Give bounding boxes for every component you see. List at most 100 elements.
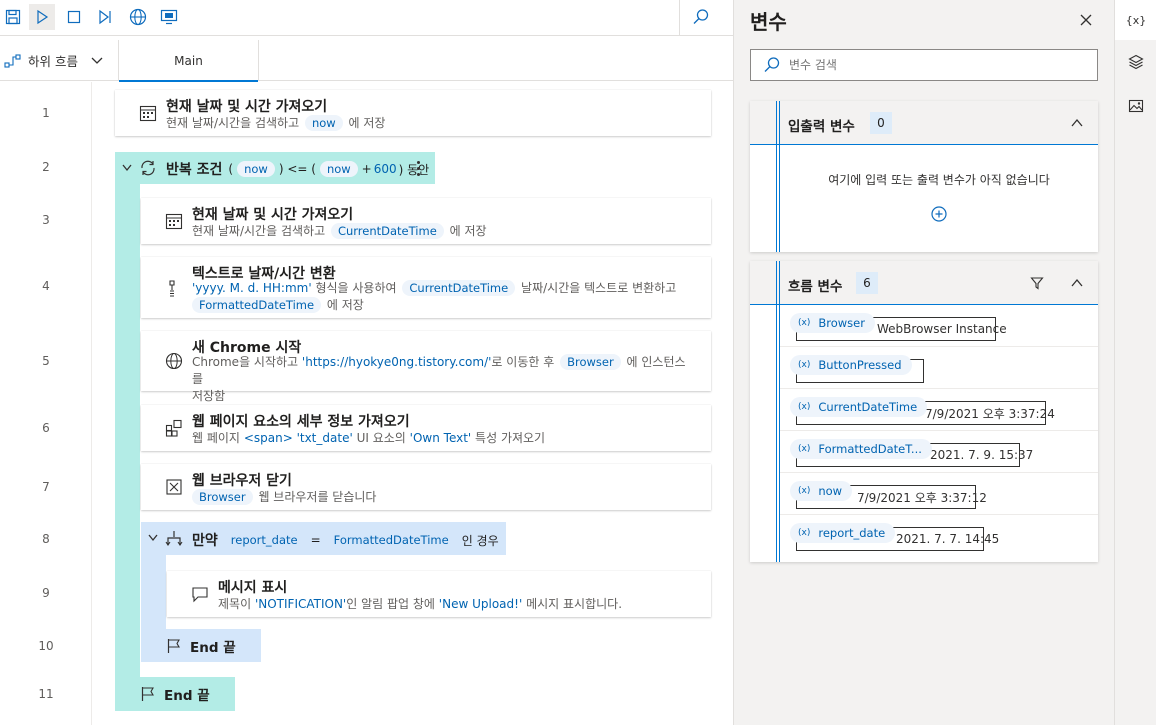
save-icon[interactable] bbox=[0, 4, 26, 30]
action-description: 제목이 'NOTIFICATION'인 알림 팝업 창에 'New Upload… bbox=[218, 597, 623, 611]
if-body-bar bbox=[141, 555, 166, 629]
toolbar-divider bbox=[679, 0, 680, 36]
loop-condition: 반복 조건 ( now ) <= ( now + 600 ) 동안 bbox=[166, 161, 430, 178]
action-title: 웹 브라우저 닫기 bbox=[192, 473, 292, 489]
globe-icon bbox=[165, 352, 183, 370]
variable-chip[interactable]: now bbox=[237, 161, 275, 177]
flow-variable-item[interactable]: (x) now 7/9/2021 오후 3:37:12 bbox=[780, 473, 1098, 515]
flag-icon bbox=[141, 687, 154, 701]
action-get-datetime[interactable]: 현재 날짜 및 시간 가져오기 현재 날짜/시간을 검색하고 now 에 저장 bbox=[115, 90, 711, 136]
convert-icon bbox=[169, 280, 175, 297]
variable-chip[interactable]: report_date bbox=[224, 532, 305, 548]
variable-name-chip: (x) Browser bbox=[790, 313, 875, 333]
play-icon[interactable] bbox=[29, 4, 55, 30]
action-title: 현재 날짜 및 시간 가져오기 bbox=[166, 99, 328, 115]
panel-title: 변수 bbox=[750, 10, 787, 34]
globe-icon[interactable] bbox=[125, 4, 151, 30]
layers-icon bbox=[1128, 54, 1144, 70]
subflow-label: 하위 흐름 bbox=[28, 54, 78, 69]
step-icon[interactable] bbox=[92, 4, 118, 30]
message-icon bbox=[192, 587, 208, 603]
variable-name-chip: (x) now bbox=[790, 481, 853, 501]
io-empty-message: 여기에 입력 또는 출력 변수가 아직 없습니다 bbox=[828, 173, 1050, 187]
line-number: 11 bbox=[38, 687, 54, 701]
chevron-up-icon[interactable] bbox=[1070, 116, 1084, 130]
chevron-down-icon bbox=[91, 57, 103, 64]
add-circle-icon[interactable] bbox=[931, 206, 947, 222]
action-description: Chrome을 시작하고 'https://hyokye0ng.tistory.… bbox=[192, 354, 686, 403]
flow-variables-count: 6 bbox=[856, 272, 878, 294]
variable-chip[interactable]: FormattedDateTime bbox=[192, 297, 322, 313]
action-title: 웹 페이지 요소의 세부 정보 가져오기 bbox=[192, 414, 410, 430]
action-title: 현재 날짜 및 시간 가져오기 bbox=[192, 207, 354, 223]
action-close-browser[interactable]: 웹 브라우저 닫기 Browser 웹 브라우저를 닫습니다 bbox=[141, 464, 711, 510]
more-options-icon[interactable] bbox=[413, 158, 423, 178]
chevron-down-icon[interactable] bbox=[147, 532, 159, 544]
flow-variables-header[interactable]: 흐름 변수 6 bbox=[750, 261, 1098, 305]
section-accent-line bbox=[776, 145, 777, 252]
flow-variables-label: 흐름 변수 bbox=[788, 279, 843, 295]
monitor-icon[interactable] bbox=[156, 4, 182, 30]
if-condition-header[interactable]: 만약 report_date = FormattedDateTime 인 경우 bbox=[141, 522, 506, 555]
end-if-block[interactable]: End 끝 bbox=[141, 629, 261, 662]
variable-name-chip: (x) ButtonPressed bbox=[790, 355, 912, 375]
action-convert-datetime-to-text[interactable]: 텍스트로 날짜/시간 변환 'yyyy. M. d. HH:mm' 형식을 사용… bbox=[141, 257, 711, 318]
section-accent-line bbox=[776, 305, 777, 562]
chevron-up-icon[interactable] bbox=[1070, 276, 1084, 290]
filter-icon[interactable] bbox=[1030, 276, 1044, 290]
io-variables-header[interactable]: 입출력 변수 0 bbox=[750, 101, 1098, 145]
flow-variable-item[interactable]: (x) ButtonPressed bbox=[780, 347, 1098, 389]
line-number: 9 bbox=[42, 586, 50, 600]
close-browser-icon bbox=[166, 479, 182, 495]
search-icon bbox=[764, 57, 780, 72]
close-icon[interactable] bbox=[1078, 12, 1094, 28]
variable-chip[interactable]: now bbox=[319, 161, 358, 177]
flow-variable-item[interactable]: (x) Browser WebBrowser Instance bbox=[780, 305, 1098, 347]
calendar-icon bbox=[139, 105, 157, 122]
section-accent-line bbox=[779, 145, 780, 252]
image-icon bbox=[1128, 99, 1144, 113]
variable-chip[interactable]: Browser bbox=[560, 354, 621, 370]
chevron-down-icon[interactable] bbox=[121, 162, 133, 174]
variable-chip[interactable]: FormattedDateTime bbox=[327, 532, 456, 548]
line-number: 4 bbox=[42, 279, 50, 293]
action-description: 'yyyy. M. d. HH:mm' 형식을 사용하여 CurrentDate… bbox=[192, 280, 677, 313]
action-get-element-details[interactable]: 웹 페이지 요소의 세부 정보 가져오기 웹 페이지 <span> 'txt_d… bbox=[141, 405, 711, 451]
variable-chip[interactable]: CurrentDateTime bbox=[330, 223, 444, 239]
action-get-datetime[interactable]: 현재 날짜 및 시간 가져오기 현재 날짜/시간을 검색하고 CurrentDa… bbox=[141, 198, 711, 244]
flow-variable-item[interactable]: (x) FormattedDateT... 2021. 7. 9. 15:37 bbox=[780, 431, 1098, 473]
io-variables-count: 0 bbox=[870, 112, 892, 134]
tab-main[interactable]: Main bbox=[118, 40, 259, 82]
end-loop-block[interactable]: End 끝 bbox=[115, 677, 235, 711]
action-description: Browser 웹 브라우저를 닫습니다 bbox=[192, 489, 376, 506]
branch-icon bbox=[165, 531, 183, 546]
images-pane-button[interactable] bbox=[1115, 86, 1156, 126]
flow-variable-item[interactable]: (x) CurrentDateTime 7/9/2021 오후 3:37:24 bbox=[780, 389, 1098, 431]
designer-toolbar bbox=[0, 0, 733, 36]
io-variables-label: 입출력 변수 bbox=[788, 119, 855, 135]
variable-chip[interactable]: Browser bbox=[192, 489, 253, 505]
variable-chip[interactable]: now bbox=[304, 115, 343, 131]
variable-search-input[interactable] bbox=[789, 58, 1089, 72]
variables-pane-button[interactable]: {x} bbox=[1115, 0, 1156, 40]
subflow-dropdown[interactable]: 하위 흐름 bbox=[4, 40, 104, 81]
action-description: 현재 날짜/시간을 검색하고 now 에 저장 bbox=[166, 115, 386, 131]
ui-elements-pane-button[interactable] bbox=[1115, 42, 1156, 82]
loop-icon bbox=[141, 160, 155, 176]
action-description: 현재 날짜/시간을 검색하고 CurrentDateTime 에 저장 bbox=[192, 223, 487, 239]
line-number: 6 bbox=[42, 421, 50, 435]
line-number: 3 bbox=[42, 213, 50, 227]
loop-condition-header[interactable]: 반복 조건 ( now ) <= ( now + 600 ) 동안 bbox=[115, 152, 435, 184]
action-description: 웹 페이지 <span> 'txt_date' UI 요소의 'Own Text… bbox=[192, 431, 546, 445]
variable-chip[interactable]: CurrentDateTime bbox=[402, 280, 516, 296]
action-display-message[interactable]: 메시지 표시 제목이 'NOTIFICATION'인 알림 팝업 창에 'New… bbox=[167, 571, 711, 617]
variables-icon: {x} bbox=[1125, 13, 1147, 27]
search-icon[interactable] bbox=[688, 4, 714, 30]
flag-icon bbox=[167, 638, 180, 653]
flow-variable-item[interactable]: (x) report_date 2021. 7. 7. 14:45 bbox=[780, 515, 1098, 557]
stop-icon[interactable] bbox=[61, 4, 87, 30]
right-sidebar: {x} bbox=[1114, 0, 1156, 725]
if-condition: 만약 report_date = FormattedDateTime 인 경우 bbox=[192, 532, 499, 549]
action-launch-chrome[interactable]: 새 Chrome 시작 Chrome을 시작하고 'https://hyokye… bbox=[141, 331, 711, 403]
flow-canvas: 1 2 3 4 5 6 7 8 9 10 11 현재 날짜 및 시간 가져오기 … bbox=[0, 82, 733, 725]
